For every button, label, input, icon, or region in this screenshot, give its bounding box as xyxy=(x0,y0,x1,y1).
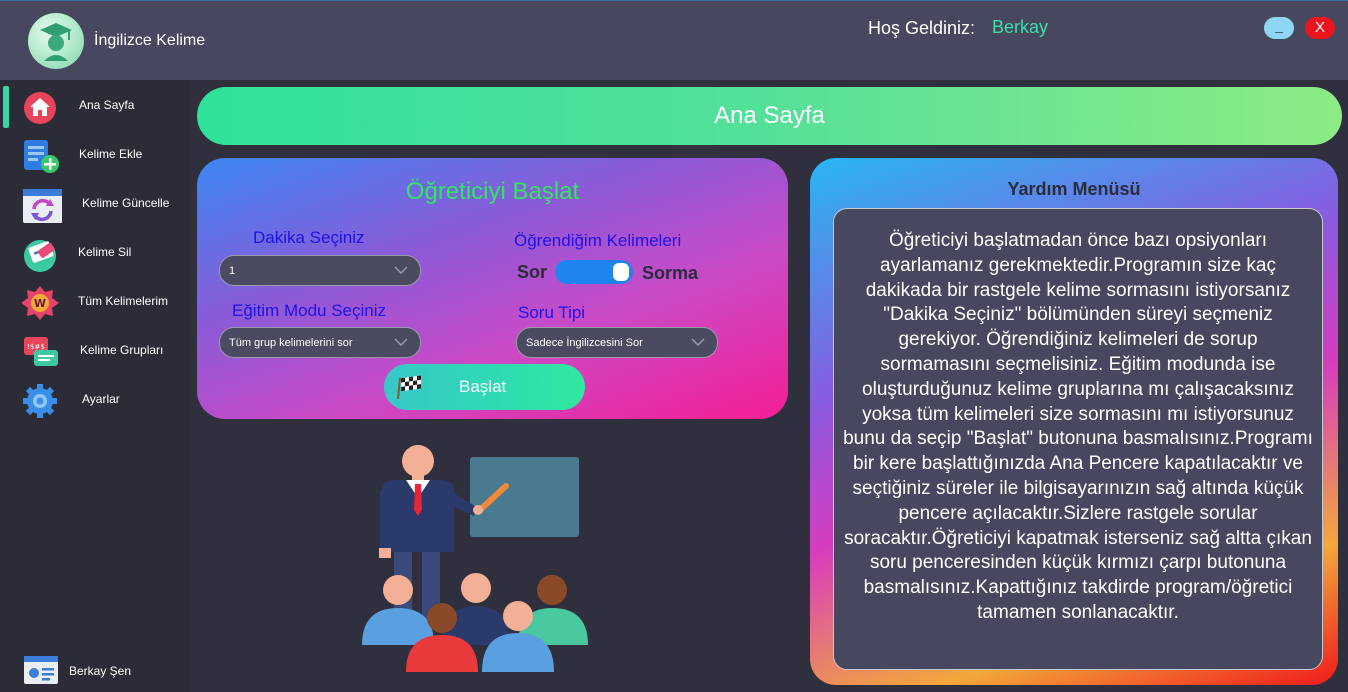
app-logo xyxy=(28,13,84,69)
svg-text:!$#$: !$#$ xyxy=(27,343,45,351)
help-text-box[interactable]: Öğreticiyi başlatmadan önce bazı opsiyon… xyxy=(833,208,1323,670)
toggle-dont-ask-label: Sorma xyxy=(642,263,699,283)
sidebar-item-home[interactable]: Ana Sayfa xyxy=(0,84,190,130)
sidebar: Ana Sayfa Kelime Ekle Kelime Güncelle Ke… xyxy=(0,80,190,692)
chevron-down-icon xyxy=(394,338,408,347)
start-button[interactable]: Başlat xyxy=(384,364,585,410)
page-title-banner: Ana Sayfa xyxy=(197,87,1342,145)
sidebar-item-add-word[interactable]: Kelime Ekle xyxy=(0,133,190,179)
help-text: Öğreticiyi başlatmadan önce bazı opsiyon… xyxy=(843,230,1313,623)
gear-icon xyxy=(23,384,57,418)
training-mode-label: Eğitim Modu Seçiniz xyxy=(232,301,387,320)
help-panel: Yardım Menüsü Öğreticiyi başlatmadan önc… xyxy=(810,158,1338,685)
sidebar-item-label: Kelime Ekle xyxy=(79,147,143,161)
app-title: İngilizce Kelime xyxy=(94,32,206,49)
delete-word-icon xyxy=(24,240,56,272)
update-icon xyxy=(23,189,62,223)
sidebar-item-label: Ayarlar xyxy=(82,392,120,406)
close-button[interactable]: X xyxy=(1305,17,1335,39)
question-type-select[interactable]: Sadece İngilizcesini Sor xyxy=(516,327,718,358)
minimize-button[interactable]: _ xyxy=(1264,17,1294,39)
sidebar-item-all-words[interactable]: W Tüm Kelimelerim xyxy=(0,280,190,326)
title-bar[interactable]: İngilizce Kelime Hoş Geldiniz: Berkay _ … xyxy=(0,0,1348,80)
checkered-flag-icon xyxy=(397,375,421,400)
sidebar-item-settings[interactable]: Ayarlar xyxy=(0,378,190,424)
help-panel-title: Yardım Menüsü xyxy=(1007,179,1141,199)
graduate-icon xyxy=(40,23,72,61)
sidebar-item-label: Kelime Güncelle xyxy=(82,196,170,210)
footer-user[interactable]: Berkay Şen xyxy=(0,650,190,690)
minute-select[interactable]: 1 xyxy=(219,255,421,286)
training-mode-select[interactable]: Tüm grup kelimelerini sor xyxy=(219,327,421,358)
word-groups-icon: !$#$ xyxy=(24,337,58,366)
sidebar-item-word-groups[interactable]: !$#$ Kelime Grupları xyxy=(0,329,190,375)
chevron-down-icon xyxy=(691,338,705,347)
minute-label: Dakika Seçiniz xyxy=(253,228,365,247)
sidebar-item-label: Tüm Kelimelerim xyxy=(78,294,169,308)
start-button-label: Başlat xyxy=(459,377,507,396)
app-window: İngilizce Kelime Hoş Geldiniz: Berkay _ … xyxy=(0,0,1348,692)
start-tutor-panel: Öğreticiyi Başlat Dakika Seçiniz 1 Öğren… xyxy=(197,158,788,419)
teacher-illustration xyxy=(362,445,588,672)
learned-words-label: Öğrendiğim Kelimeleri xyxy=(514,231,682,250)
user-settings-icon xyxy=(24,656,58,684)
question-type-label: Soru Tipi xyxy=(518,303,586,322)
sidebar-item-label: Kelime Grupları xyxy=(80,343,164,357)
sidebar-item-label: Kelime Sil xyxy=(78,245,132,259)
minute-select-value: 1 xyxy=(229,265,236,277)
toggle-ask-label: Sor xyxy=(517,262,548,282)
svg-text:W: W xyxy=(34,297,46,310)
home-icon xyxy=(24,92,56,124)
sidebar-item-label: Ana Sayfa xyxy=(79,98,135,112)
add-word-icon xyxy=(24,140,59,173)
chevron-down-icon xyxy=(394,266,408,275)
question-type-select-value: Sadece İngilizcesini Sor xyxy=(526,337,643,349)
welcome-label: Hoş Geldiniz: xyxy=(868,18,976,38)
learned-words-toggle[interactable] xyxy=(555,260,633,284)
training-mode-select-value: Tüm grup kelimelerini sor xyxy=(229,337,353,349)
footer-user-label: Berkay Şen xyxy=(69,664,132,678)
username-label: Berkay xyxy=(992,17,1049,37)
sidebar-item-update-word[interactable]: Kelime Güncelle xyxy=(0,182,190,228)
start-panel-title: Öğreticiyi Başlat xyxy=(405,178,580,205)
sidebar-item-delete-word[interactable]: Kelime Sil xyxy=(0,231,190,277)
page-title: Ana Sayfa xyxy=(714,102,825,129)
all-words-icon: W xyxy=(22,286,59,320)
toggle-knob xyxy=(613,263,629,281)
